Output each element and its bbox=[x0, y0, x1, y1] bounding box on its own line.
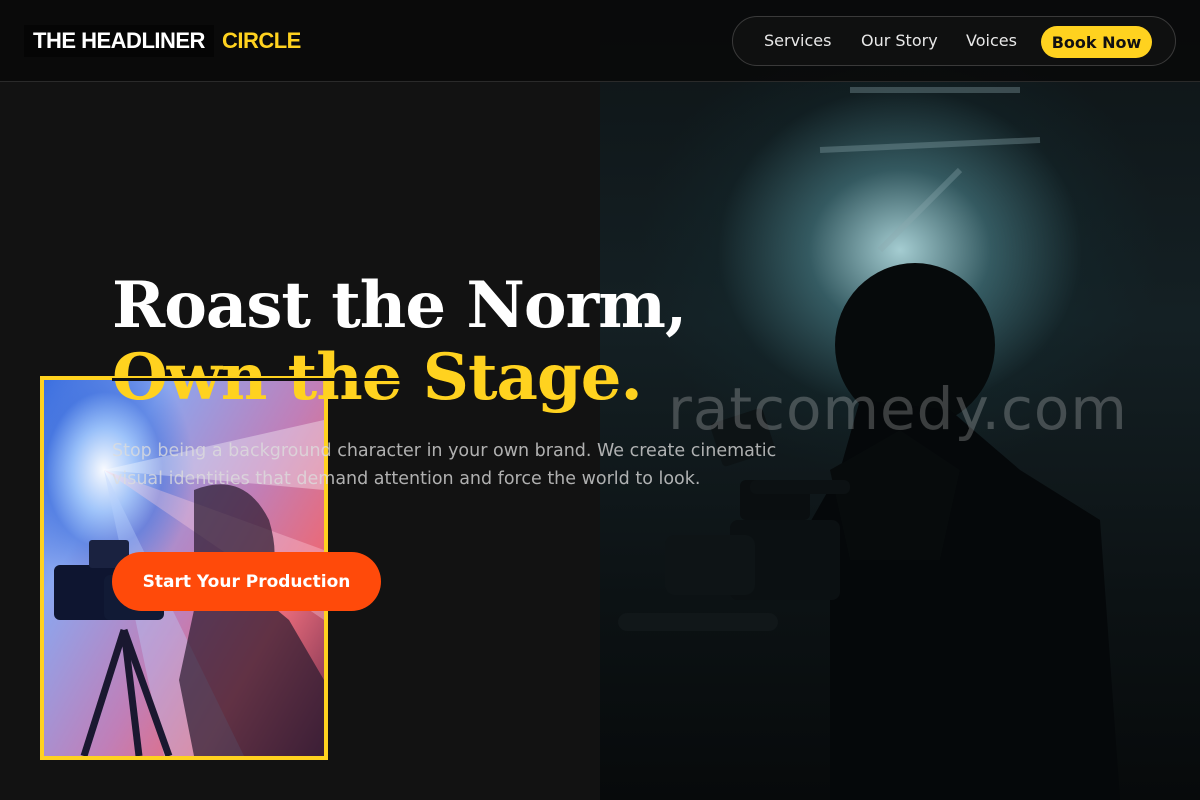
watermark: ratcomedy.com bbox=[668, 375, 1128, 443]
brand-logo[interactable]: THE HEADLINER CIRCLE bbox=[24, 25, 301, 57]
start-production-button[interactable]: Start Your Production bbox=[112, 552, 381, 611]
main-nav: Services Our Story Voices Book Now bbox=[732, 16, 1176, 66]
headline-struck-text: Own the bbox=[112, 340, 402, 415]
site-header: THE HEADLINER CIRCLE Services Our Story … bbox=[0, 0, 1200, 82]
hero-subtext: Stop being a background character in you… bbox=[112, 441, 777, 489]
nav-item-our-story[interactable]: Our Story bbox=[861, 31, 938, 50]
brand-name-accent: CIRCLE bbox=[221, 28, 301, 53]
nav-item-services[interactable]: Services bbox=[764, 31, 831, 50]
headline-line-2: Own the Stage. bbox=[112, 342, 712, 414]
book-now-button[interactable]: Book Now bbox=[1041, 26, 1152, 58]
headline-highlight-text: Stage. bbox=[401, 340, 643, 415]
headline-line-1: Roast the Norm, bbox=[112, 268, 687, 343]
hero-headline: Roast the Norm, Own the Stage. bbox=[112, 270, 712, 414]
nav-item-voices[interactable]: Voices bbox=[966, 31, 1017, 50]
brand-name-main: THE HEADLINER bbox=[24, 25, 214, 57]
